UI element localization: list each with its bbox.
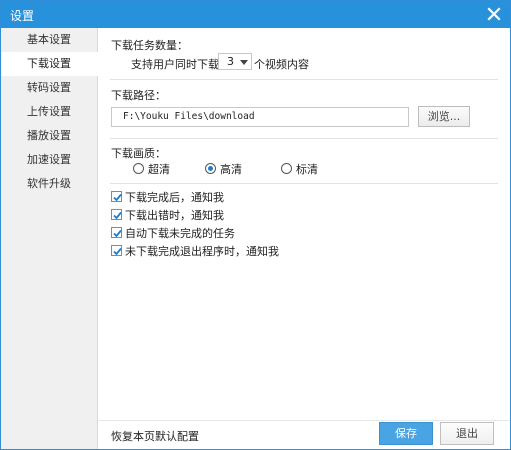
notify-complete-label: 下载完成后，通知我 — [125, 191, 224, 204]
notify-error-checkbox[interactable] — [111, 209, 122, 220]
check-icon — [113, 247, 122, 256]
check-icon — [113, 193, 122, 202]
close-icon[interactable] — [484, 4, 504, 24]
check-icon — [113, 229, 122, 238]
divider — [110, 138, 498, 139]
quality-heading: 下载画质： — [111, 147, 166, 160]
radio-super-hd-label: 超清 — [148, 163, 170, 176]
check-icon — [113, 211, 122, 220]
title-bar: 设置 — [1, 1, 510, 28]
divider — [110, 183, 498, 184]
settings-window: 设置 基本设置 下载设置 转码设置 上传设置 播放设置 加速设置 软件升级 下载… — [0, 0, 511, 450]
sidebar-item-upgrade[interactable]: 软件升级 — [1, 172, 97, 196]
footer-divider — [98, 420, 510, 421]
sidebar-item-playback[interactable]: 播放设置 — [1, 124, 97, 148]
save-button[interactable]: 保存 — [379, 422, 433, 445]
sidebar-item-upload[interactable]: 上传设置 — [1, 100, 97, 124]
radio-super-hd[interactable] — [133, 163, 144, 174]
window-title: 设置 — [10, 9, 35, 23]
radio-hd-label: 高清 — [220, 163, 242, 176]
download-count-prefix: 支持用户同时下载 — [131, 58, 219, 71]
sidebar-item-acceleration[interactable]: 加速设置 — [1, 148, 97, 172]
notify-exit-label: 未下载完成退出程序时，通知我 — [125, 245, 279, 258]
download-count-suffix: 个视频内容 — [254, 58, 309, 71]
notify-exit-checkbox[interactable] — [111, 245, 122, 256]
auto-resume-checkbox[interactable] — [111, 227, 122, 238]
radio-sd[interactable] — [281, 163, 292, 174]
exit-button[interactable]: 退出 — [440, 422, 494, 445]
restore-defaults-link[interactable]: 恢复本页默认配置 — [111, 428, 199, 444]
settings-sidebar: 基本设置 下载设置 转码设置 上传设置 播放设置 加速设置 软件升级 — [1, 28, 98, 449]
sidebar-item-transcode[interactable]: 转码设置 — [1, 76, 97, 100]
download-path-heading: 下载路径： — [111, 89, 166, 102]
radio-hd[interactable] — [205, 163, 216, 174]
auto-resume-label: 自动下载未完成的任务 — [125, 227, 235, 240]
browse-button[interactable]: 浏览... — [418, 106, 470, 127]
download-count-value: 3 — [227, 55, 234, 68]
download-count-heading: 下载任务数量： — [111, 39, 188, 52]
sidebar-item-download[interactable]: 下载设置 — [1, 52, 98, 76]
sidebar-item-basic[interactable]: 基本设置 — [1, 28, 97, 52]
download-path-field[interactable]: F:\Youku Files\download — [111, 107, 409, 127]
download-count-select[interactable]: 3 — [218, 53, 252, 70]
chevron-down-icon — [240, 60, 248, 65]
download-settings-panel: 下载任务数量： 支持用户同时下载 3 个视频内容 下载路径： F:\Youku … — [98, 28, 510, 449]
divider — [110, 79, 498, 80]
notify-error-label: 下载出错时，通知我 — [125, 209, 224, 222]
radio-sd-label: 标清 — [296, 163, 318, 176]
notify-complete-checkbox[interactable] — [111, 191, 122, 202]
